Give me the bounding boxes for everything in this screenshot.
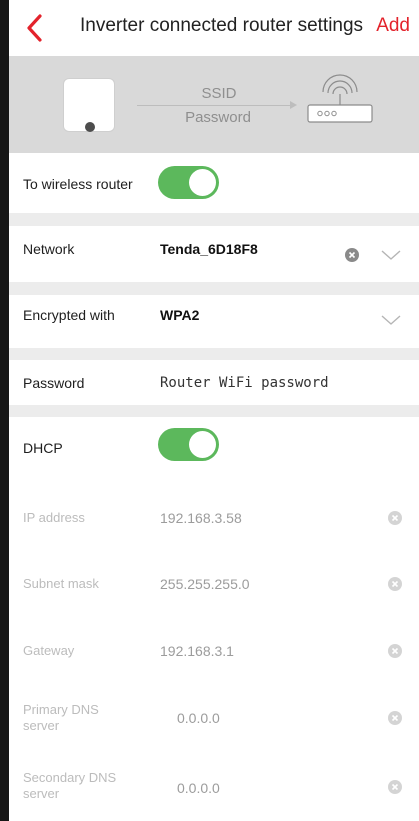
network-label: Network	[23, 241, 75, 257]
encryption-row[interactable]: Encrypted with WPA2	[9, 295, 419, 348]
password-row: Password Router WiFi password	[9, 360, 419, 405]
add-button[interactable]: Add	[376, 15, 410, 37]
secondary-dns-label-line2: server	[23, 786, 60, 801]
dhcp-label: DHCP	[23, 440, 63, 456]
gateway-label: Gateway	[23, 643, 75, 658]
ip-address-value: 192.168.3.58	[160, 510, 242, 526]
arrow-head-icon	[290, 101, 297, 109]
secondary-dns-row: Secondary DNS server 0.0.0.0	[9, 755, 419, 821]
clear-icon	[388, 511, 402, 525]
dhcp-toggle[interactable]	[158, 428, 219, 461]
router-settings-page: Inverter connected router settings Add S…	[9, 0, 419, 821]
inverter-indicator-dot	[85, 122, 95, 132]
gateway-value: 192.168.3.1	[160, 643, 234, 659]
separator	[9, 405, 419, 417]
clear-subnet-button	[388, 577, 402, 591]
ssid-caption: SSID	[201, 85, 237, 102]
page-title: Inverter connected router settings	[80, 15, 364, 36]
clear-icon	[388, 780, 402, 794]
network-row[interactable]: Network Tenda_6D18F8	[9, 226, 419, 282]
separator	[9, 213, 419, 226]
primary-dns-label-line2: server	[23, 718, 60, 733]
dhcp-row: DHCP	[9, 417, 419, 477]
clear-primary-dns-button	[388, 711, 402, 725]
password-label: Password	[23, 375, 85, 391]
toggle-knob	[189, 431, 216, 458]
secondary-dns-label: Secondary DNS	[23, 770, 117, 785]
app-header: Inverter connected router settings Add	[9, 0, 419, 56]
ip-address-row: IP address 192.168.3.58	[9, 487, 419, 549]
primary-dns-row: Primary DNS server 0.0.0.0	[9, 689, 419, 751]
encryption-value[interactable]: WPA2	[160, 307, 199, 323]
router-icon	[307, 74, 373, 123]
password-caption: Password	[185, 109, 251, 126]
clear-icon	[388, 577, 402, 591]
ip-address-label: IP address	[23, 510, 85, 525]
connection-banner: SSID Password	[9, 56, 419, 153]
back-button[interactable]	[21, 12, 51, 44]
gateway-row: Gateway 192.168.3.1	[9, 619, 419, 681]
network-value[interactable]: Tenda_6D18F8	[160, 241, 258, 257]
clear-icon	[345, 248, 359, 262]
separator	[9, 282, 419, 295]
primary-dns-label: Primary DNS	[23, 702, 99, 717]
chevron-left-icon	[27, 14, 42, 42]
primary-dns-value: 0.0.0.0	[177, 710, 220, 726]
secondary-dns-value: 0.0.0.0	[177, 780, 220, 796]
chevron-down-icon[interactable]	[381, 250, 401, 261]
window-frame-edge	[0, 0, 9, 821]
password-input[interactable]: Router WiFi password	[160, 375, 329, 391]
subnet-mask-label: Subnet mask	[23, 576, 99, 591]
connection-arrow-line	[137, 105, 294, 106]
clear-secondary-dns-button	[388, 780, 402, 794]
encryption-label: Encrypted with	[23, 307, 115, 323]
subnet-mask-row: Subnet mask 255.255.255.0	[9, 553, 419, 615]
wireless-router-row: To wireless router	[9, 153, 419, 213]
clear-gateway-button	[388, 644, 402, 658]
wireless-router-toggle[interactable]	[158, 166, 219, 199]
clear-icon	[388, 644, 402, 658]
clear-ip-button	[388, 511, 402, 525]
toggle-knob	[189, 169, 216, 196]
wireless-router-label: To wireless router	[23, 176, 133, 192]
subnet-mask-value: 255.255.255.0	[160, 576, 250, 592]
inverter-icon	[63, 78, 115, 132]
clear-network-button[interactable]	[345, 248, 359, 262]
chevron-down-icon[interactable]	[381, 315, 401, 326]
clear-icon	[388, 711, 402, 725]
separator	[9, 348, 419, 360]
